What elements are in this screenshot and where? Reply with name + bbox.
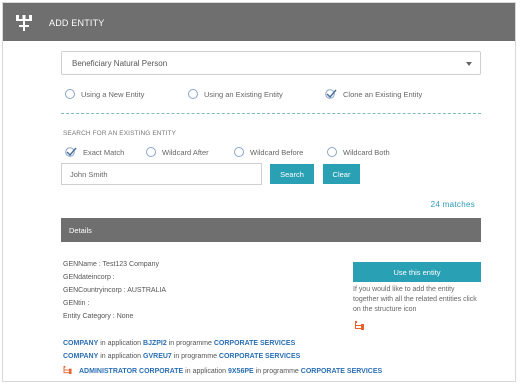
application-id-link[interactable]: BJZPI2 [143, 340, 167, 347]
app-text: in application [183, 368, 228, 375]
search-input[interactable]: John Smith [61, 163, 262, 185]
search-input-value: John Smith [70, 170, 108, 179]
match-count: 24 matches [430, 200, 475, 209]
structure-icon [16, 15, 32, 31]
role-link[interactable]: ADMINISTRATOR CORPORATE [79, 368, 183, 375]
entity-type-value: Beneficiary Natural Person [72, 59, 168, 68]
programme-link[interactable]: CORPORATE SERVICES [214, 340, 295, 347]
match-wildcard-after[interactable]: Wildcard After [146, 146, 209, 158]
dialog-header: ADD ENTITY [3, 3, 515, 41]
radio-label: Wildcard After [162, 147, 209, 157]
details-header: Details [61, 218, 481, 242]
radio-clone-entity[interactable]: Clone an Existing Entity [325, 88, 422, 100]
divider [61, 113, 481, 114]
chevron-down-icon [466, 62, 472, 66]
radio-label: Using an Existing Entity [204, 89, 283, 99]
radio-circle[interactable] [234, 147, 244, 157]
structure-icon[interactable] [355, 321, 365, 330]
radio-label: Using a New Entity [81, 89, 145, 99]
radio-circle[interactable] [65, 89, 75, 99]
radio-existing-entity[interactable]: Using an Existing Entity [188, 88, 283, 100]
clear-button[interactable]: Clear [323, 164, 360, 184]
details-title: Details [69, 226, 92, 235]
checkmark-icon[interactable] [325, 89, 337, 99]
radio-label: Clone an Existing Entity [343, 89, 423, 99]
detail-field: GENCountryincorp : AUSTRALIA [63, 287, 167, 294]
search-button[interactable]: Search [270, 164, 314, 184]
search-section-label: SEARCH FOR AN EXISTING ENTITY [63, 130, 177, 137]
application-id-link[interactable]: GVREU7 [143, 353, 172, 360]
detail-field: GENtin : [63, 300, 90, 307]
programme-link[interactable]: CORPORATE SERVICES [219, 353, 300, 360]
radio-circle[interactable] [327, 147, 337, 157]
structure-icon[interactable] [63, 366, 73, 374]
radio-circle[interactable] [188, 89, 198, 99]
detail-field: Entity Category : None [63, 313, 134, 320]
app-text: in programme [253, 368, 301, 375]
match-wildcard-before[interactable]: Wildcard Before [234, 146, 303, 158]
application-line: COMPANY in application GVREU7 in program… [63, 353, 300, 360]
programme-link[interactable]: CORPORATE SERVICES [301, 368, 382, 375]
radio-label: Exact Match [83, 147, 125, 157]
radio-circle[interactable] [146, 147, 156, 157]
app-text: in programme [171, 353, 219, 360]
radio-new-entity[interactable]: Using a New Entity [65, 88, 144, 100]
match-exact[interactable]: Exact Match [65, 146, 124, 158]
dialog-title: ADD ENTITY [49, 18, 105, 28]
radio-label: Wildcard Before [250, 147, 304, 157]
radio-label: Wildcard Both [343, 147, 390, 157]
application-id-link[interactable]: 9X56PE [228, 368, 254, 375]
use-entity-button[interactable]: Use this entity [353, 262, 481, 282]
add-entity-dialog: ADD ENTITY Beneficiary Natural Person Us… [2, 2, 516, 382]
detail-field: GENName : Test123 Company [63, 261, 159, 268]
application-line: ADMINISTRATOR CORPORATE in application 9… [63, 366, 382, 375]
role-link[interactable]: COMPANY [63, 340, 98, 347]
application-line: COMPANY in application BJZPI2 in program… [63, 340, 295, 347]
role-link[interactable]: COMPANY [63, 353, 98, 360]
app-text: in application [98, 340, 144, 347]
checkmark-icon[interactable] [65, 147, 77, 157]
match-wildcard-both[interactable]: Wildcard Both [327, 146, 390, 158]
entity-type-select[interactable]: Beneficiary Natural Person [61, 51, 481, 75]
app-text: in programme [166, 340, 214, 347]
app-text: in application [98, 353, 144, 360]
detail-field: GENdateincorp : [63, 274, 115, 281]
help-text: If you would like to add the entity toge… [353, 286, 477, 313]
